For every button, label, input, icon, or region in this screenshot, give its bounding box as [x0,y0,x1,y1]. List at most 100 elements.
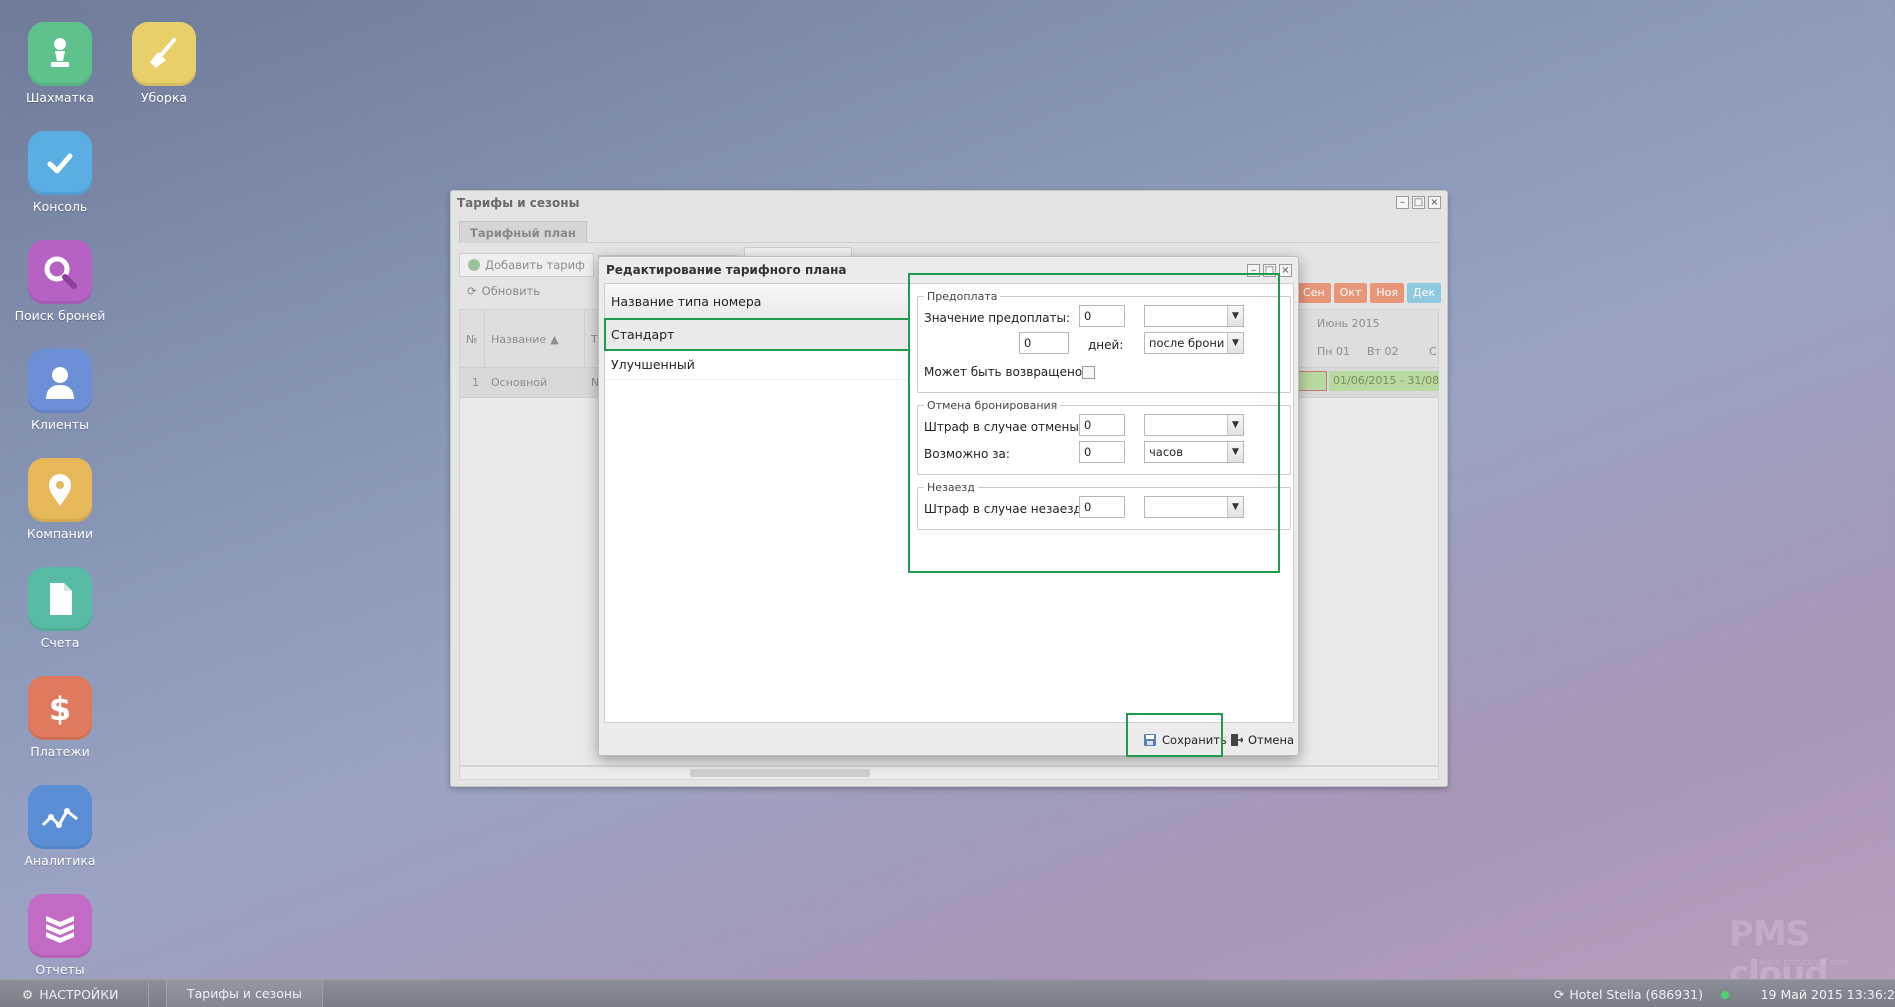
month-nov[interactable]: Ноя [1370,283,1404,303]
desktop-icon-analitika[interactable]: Аналитика [0,785,120,868]
desktop-icon-label: Уборка [140,90,188,105]
dialog-controls: – □ × [1247,264,1292,277]
cancel-possible-label: Возможно за: [924,447,1010,461]
calendar-header: Июнь 2015 31 Пн 01 Вт 02 С [1251,309,1439,367]
room-type-list: Название типа номера Стандарт Улучшенный [605,284,907,722]
noshow-section: Незаезд Штраф в случае незаезда: 0 ▼ [917,481,1291,530]
days-label: дней: [1088,338,1124,352]
col-name-label: Название [491,332,547,346]
cancel-button[interactable]: Отмена [1225,729,1298,751]
tab-bar: Тарифный план [459,221,1439,243]
season-bar[interactable]: 01/06/2015 - 31/08/2 [1329,371,1439,391]
month-sep[interactable]: Сен [1297,283,1331,303]
tab-tariff-plan[interactable]: Тарифный план [459,221,587,243]
cancel-penalty-row: Штраф в случае отмены: 0 ▼ [924,414,1284,441]
desktop-icon-kompanii[interactable]: Компании [0,458,120,541]
prepayment-unit-select[interactable]: ▼ [1144,305,1244,327]
list-item[interactable]: Улучшенный [605,350,907,380]
hotel-indicator[interactable]: ⟳ Hotel Stella (686931) [1554,987,1703,1002]
desktop-icon-label: Консоль [32,199,88,214]
add-tariff-button[interactable]: Добавить тариф [459,253,594,277]
hotel-name: Hotel Stella (686931) [1569,987,1703,1002]
save-label: Сохранить [1162,733,1227,747]
taskbar-item-tariffs[interactable]: Тарифы и сезоны [166,980,323,1007]
refundable-label: Может быть возвращено: [924,365,1087,379]
window-controls: – □ × [1396,196,1441,209]
prepayment-days-select[interactable]: после брони ▼ [1144,332,1244,354]
desktop-icon-uborka[interactable]: Уборка [104,22,224,105]
cancel-possible-input[interactable]: 0 [1079,441,1125,463]
save-button[interactable]: Сохранить [1139,729,1231,751]
row-num: 1 [472,376,479,389]
desktop-icon-platezhi[interactable]: $ Платежи [0,676,120,759]
dialog-footer: Сохранить Отмена [599,725,1298,755]
svg-text:$: $ [49,690,71,728]
desktop-icon-shakhmatka[interactable]: Шахматка [0,22,120,105]
cancel-possible-select[interactable]: часов ▼ [1144,441,1244,463]
sort-asc-icon: ▲ [550,332,559,346]
cancellation-section: Отмена бронирования Штраф в случае отмен… [917,399,1291,475]
noshow-legend: Незаезд [927,481,975,494]
horizontal-scrollbar[interactable] [459,766,1439,780]
magnifier-icon [28,240,92,304]
close-icon[interactable]: × [1428,196,1441,209]
cancel-penalty-select[interactable]: ▼ [1144,414,1244,436]
col-name[interactable]: Название ▲ [485,310,585,368]
add-tariff-label: Добавить тариф [485,258,585,272]
dialog-title: Редактирование тарифного плана [606,263,847,277]
noshow-penalty-select[interactable]: ▼ [1144,496,1244,518]
noshow-penalty-label: Штраф в случае незаезда: [924,502,1094,516]
room-type-list-header: Название типа номера [605,284,907,320]
list-item[interactable]: Стандарт [605,320,907,350]
floppy-disk-icon [1144,734,1156,746]
desktop-icon-label: Поиск броней [14,308,106,323]
scrollbar-thumb[interactable] [690,769,870,777]
noshow-penalty-input[interactable]: 0 [1079,496,1125,518]
settings-button[interactable]: ⚙ НАСТРОЙКИ [22,987,119,1002]
col-num[interactable]: № [460,310,485,368]
checkmark-icon [28,131,92,195]
settings-label: НАСТРОЙКИ [39,987,119,1002]
desktop-icon-klienty[interactable]: Клиенты [0,349,120,432]
desktop-icon-scheta[interactable]: Счета [0,567,120,650]
maximize-icon[interactable]: □ [1412,196,1425,209]
prepayment-value-input[interactable]: 0 [1079,305,1125,327]
desktop-icon-label: Компании [26,526,94,541]
desktop-icon-konsol[interactable]: Консоль [0,131,120,214]
desktop-icon-label: Отчеты [35,962,85,977]
month-oct[interactable]: Окт [1333,283,1368,303]
prepayment-days-input[interactable]: 0 [1019,332,1069,354]
refresh-button[interactable]: ⟳ Обновить [459,279,548,303]
cancel-possible-row: Возможно за: 0 часов ▼ [924,441,1284,468]
chevron-down-icon[interactable]: ▼ [1227,306,1243,326]
minimize-icon[interactable]: – [1247,264,1260,277]
chevron-down-icon[interactable]: ▼ [1227,497,1243,517]
status-online-icon [1721,991,1729,999]
cancel-penalty-input[interactable]: 0 [1079,414,1125,436]
cancellation-legend: Отмена бронирования [927,399,1058,412]
close-icon[interactable]: × [1279,264,1292,277]
taskbar-divider [148,980,149,1007]
plus-icon [468,259,480,271]
month-buttons: Сен Окт Ноя Дек [1297,283,1441,303]
season-cell[interactable] [1297,371,1327,391]
desktop-icon-otchety[interactable]: Отчеты [0,894,120,977]
chevron-down-icon[interactable]: ▼ [1227,415,1243,435]
calendar-month: Июнь 2015 [1317,317,1380,330]
month-dec[interactable]: Дек [1406,283,1441,303]
maximize-icon[interactable]: □ [1263,264,1276,277]
prepayment-days-row: 0 дней: после брони ▼ [924,332,1284,359]
refundable-checkbox[interactable] [1082,366,1095,379]
prepayment-value-label: Значение предоплаты: [924,311,1071,325]
cancel-possible-select-value: часов [1149,445,1183,459]
desktop-icon-label: Аналитика [24,853,96,868]
desktop-icon-label: Клиенты [30,417,89,432]
prepayment-section: Предоплата Значение предоплаты: 0 ▼ 0 дн… [917,290,1291,393]
chevron-down-icon[interactable]: ▼ [1227,442,1243,462]
cancel-label: Отмена [1248,733,1295,747]
clock: 19 Май 2015 13:36:2 [1760,987,1895,1002]
minimize-icon[interactable]: – [1396,196,1409,209]
desktop-icon-poisk-broney[interactable]: Поиск броней [0,240,120,323]
chevron-down-icon[interactable]: ▼ [1227,333,1243,353]
map-pin-icon [28,458,92,522]
